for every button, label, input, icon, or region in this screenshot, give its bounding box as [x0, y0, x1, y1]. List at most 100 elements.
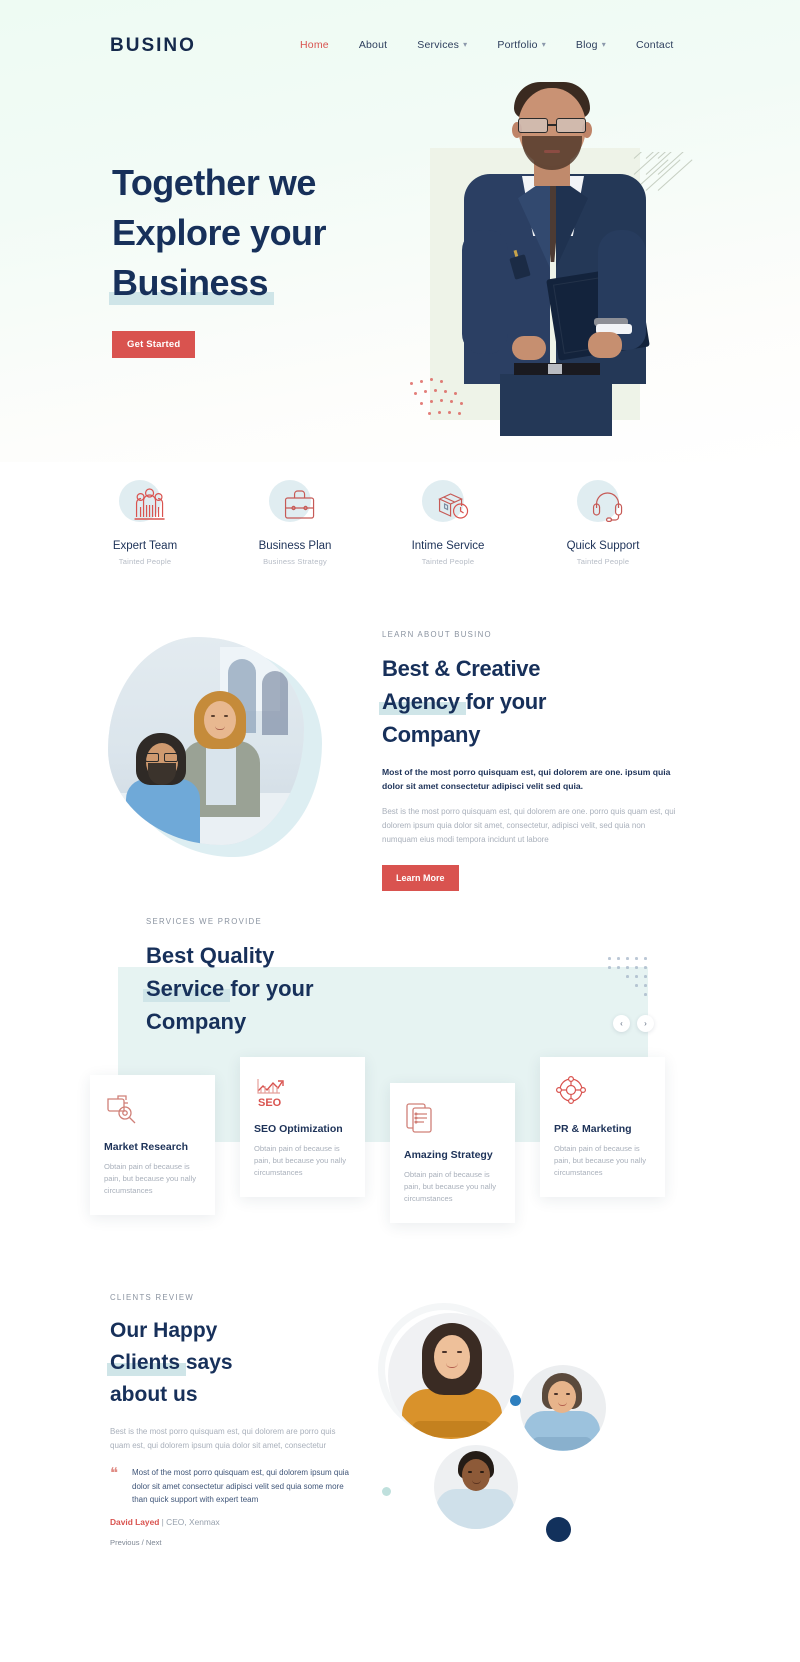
services-title-line3: Company — [146, 1009, 247, 1034]
team-photo — [108, 637, 304, 845]
service-name: PR & Marketing — [554, 1123, 632, 1135]
testi-title-highlight: Clients — [106, 1347, 187, 1379]
about-title-line2: for your — [459, 689, 547, 714]
testimonials-content: CLIENTS REVIEW Our Happy Clients says ab… — [106, 1293, 350, 1547]
testi-title-line1: Our Happy — [110, 1319, 218, 1342]
service-description: Obtain pain of because is pain, but beca… — [404, 1170, 497, 1203]
service-name: Market Research — [104, 1141, 189, 1153]
testimonial-quote-block: ❝ Most of the most porro quisquam est, q… — [110, 1466, 350, 1507]
services-header: SERVICES WE PROVIDE Best Quality Service… — [142, 917, 446, 1038]
eyeglasses-icon — [145, 753, 179, 763]
chevron-down-icon: ▾ — [463, 40, 468, 49]
testimonials-intro-paragraph: Best is the most porro quisquam est, qui… — [110, 1427, 336, 1450]
service-card-seo-optimization[interactable]: SEO SEO Optimization Obtain pain of beca… — [240, 1057, 365, 1197]
about-lead-paragraph: Most of the most porro quisquam est, qui… — [382, 767, 671, 791]
nav-item-home[interactable]: Home — [285, 39, 344, 51]
service-card-market-research[interactable]: Market Research Obtain pain of because i… — [90, 1075, 215, 1215]
next-link[interactable]: Next — [146, 1538, 162, 1547]
author-role: | CEO, Xenmax — [161, 1516, 220, 1527]
about-image — [108, 637, 323, 859]
nav-label: Portfolio — [497, 39, 538, 51]
hero-line-1: Together we — [112, 162, 316, 203]
feature-subtitle: Tainted People — [421, 557, 475, 566]
testimonials-section: CLIENTS REVIEW Our Happy Clients says ab… — [0, 1285, 800, 1662]
businessman-photo — [456, 80, 654, 436]
feature-intime-service[interactable]: Intime Service Tainted People — [373, 478, 523, 566]
service-card-pr-marketing[interactable]: PR & Marketing Obtain pain of because is… — [540, 1057, 665, 1197]
learn-more-button[interactable]: Learn More — [382, 865, 459, 891]
hero-illustration — [400, 80, 720, 440]
svg-text:SEO: SEO — [258, 1097, 282, 1109]
carousel-next-button[interactable]: › — [637, 1015, 654, 1032]
feature-title: Intime Service — [411, 540, 485, 552]
services-section: SERVICES WE PROVIDE Best Quality Service… — [0, 905, 800, 1245]
nav-item-contact[interactable]: Contact — [621, 39, 689, 51]
service-description: Obtain pain of because is pain, but beca… — [254, 1144, 347, 1177]
testimonial-avatars-group — [378, 1295, 678, 1555]
previous-link[interactable]: Previous — [110, 1538, 140, 1547]
services-title-line1: Best Quality — [146, 943, 275, 968]
nav-label: About — [358, 39, 388, 51]
seo-icon: SEO — [257, 1079, 284, 1109]
services-carousel-controls: ‹ › — [613, 1015, 654, 1032]
get-started-button[interactable]: Get Started — [112, 331, 196, 358]
services-title-line2: for your — [224, 976, 314, 1001]
box-clock-icon — [438, 493, 469, 519]
testimonials-heading: Our Happy Clients says about us — [106, 1315, 350, 1411]
feature-subtitle: Business Strategy — [263, 557, 327, 566]
nav-label: Contact — [635, 39, 674, 51]
chevron-down-icon: ▾ — [541, 40, 546, 49]
testi-title-line2: says — [180, 1351, 233, 1374]
about-body-paragraph: Best is the most porro quisquam est, qui… — [382, 807, 676, 844]
nav-label: Blog — [575, 39, 598, 51]
accent-dot-navy — [546, 1517, 571, 1542]
red-dot-grid-decoration — [408, 378, 474, 422]
about-title-highlight: Agency — [379, 685, 466, 718]
testimonial-author: David Layed | CEO, Xenmax — [110, 1517, 350, 1527]
testimonial-pagination: Previous / Next — [110, 1538, 350, 1547]
nav-label: Home — [300, 39, 329, 51]
testimonial-quote-text: Most of the most porro quisquam est, qui… — [132, 1468, 349, 1504]
hero-line-2: Explore your — [112, 212, 327, 253]
testi-title-line3: about us — [110, 1383, 198, 1406]
about-title-line1: Best & Creative — [382, 656, 541, 681]
avatar-client-1[interactable] — [388, 1313, 514, 1439]
eyeglasses-icon — [516, 118, 588, 134]
about-eyebrow: LEARN ABOUT BUSINO — [382, 630, 492, 639]
testimonials-eyebrow: CLIENTS REVIEW — [110, 1293, 195, 1302]
nav-label: Services — [417, 39, 460, 51]
main-navigation: Home About Services ▾ Portfolio ▾ Blog ▾… — [285, 39, 689, 51]
people-group-icon — [134, 488, 165, 520]
about-title-line3: Company — [382, 722, 481, 747]
nav-item-services[interactable]: Services ▾ — [402, 39, 482, 51]
feature-expert-team[interactable]: Expert Team Tainted People — [70, 478, 220, 566]
accent-dot-blue — [510, 1395, 521, 1406]
avatar-client-3[interactable] — [434, 1445, 518, 1529]
service-description: Obtain pain of because is pain, but beca… — [104, 1162, 197, 1195]
pr-marketing-icon — [555, 1075, 587, 1105]
feature-business-plan[interactable]: Business Plan Business Strategy — [220, 478, 370, 566]
feature-subtitle: Tainted People — [118, 557, 172, 566]
avatar-client-2[interactable] — [520, 1365, 606, 1451]
nav-item-blog[interactable]: Blog ▾ — [561, 39, 621, 51]
brand-logo[interactable]: BUSINO — [110, 35, 196, 57]
service-name: Amazing Strategy — [404, 1149, 493, 1161]
feature-title: Expert Team — [112, 540, 178, 552]
hero-section: BUSINO Home About Services ▾ Portfolio ▾… — [0, 0, 800, 462]
carousel-prev-button[interactable]: ‹ — [613, 1015, 630, 1032]
nav-item-portfolio[interactable]: Portfolio ▾ — [482, 39, 561, 51]
accent-dot-teal — [382, 1487, 391, 1496]
author-name: David Layed — [110, 1516, 160, 1527]
feature-title: Business Plan — [258, 540, 332, 552]
features-strip: Expert Team Tainted People Business Plan… — [0, 478, 800, 588]
chevron-down-icon: ▾ — [601, 40, 606, 49]
services-heading: Best Quality Service for your Company — [142, 939, 446, 1038]
nav-item-about[interactable]: About — [344, 39, 402, 51]
feature-title: Quick Support — [566, 540, 640, 552]
about-section: LEARN ABOUT BUSINO Best & Creative Agenc… — [0, 615, 800, 891]
service-card-amazing-strategy[interactable]: Amazing Strategy Obtain pain of because … — [390, 1083, 515, 1223]
briefcase-icon — [284, 490, 315, 519]
hero-heading: Together we Explore your Business — [108, 158, 327, 308]
feature-quick-support[interactable]: Quick Support Tainted People — [528, 478, 678, 566]
dot-grid-decoration — [608, 957, 652, 997]
